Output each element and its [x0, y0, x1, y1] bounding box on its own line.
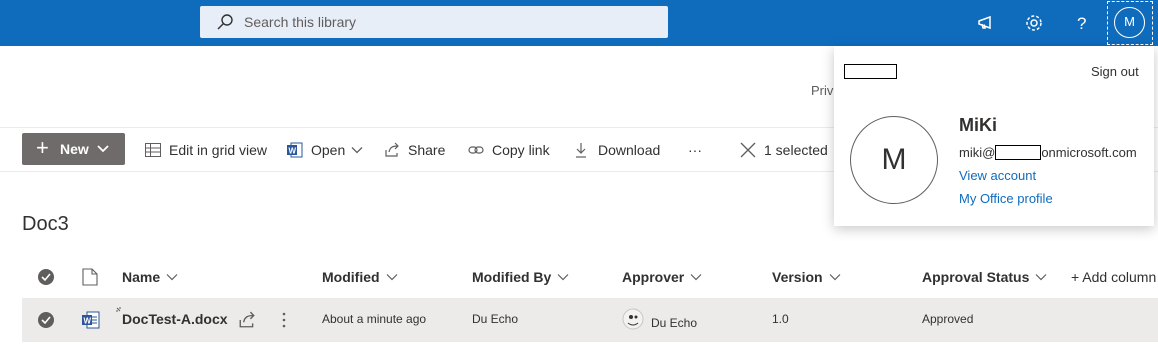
- privacy-text-partial: Priv: [811, 83, 834, 98]
- share-icon: [385, 142, 399, 157]
- add-column-button[interactable]: + Add column: [1071, 269, 1158, 285]
- chevron-down-icon: [166, 274, 178, 281]
- email-prefix: miki@: [959, 145, 996, 160]
- cell-modified: About a minute ago: [322, 312, 427, 326]
- megaphone-icon[interactable]: [975, 12, 997, 34]
- new-button[interactable]: + New: [22, 133, 125, 165]
- plus-icon: +: [36, 135, 49, 160]
- download-button[interactable]: Download: [574, 140, 660, 160]
- approver-avatar: [622, 308, 644, 330]
- select-all-checkbox[interactable]: [37, 268, 55, 286]
- share-icon[interactable]: [238, 311, 256, 329]
- account-manager-button[interactable]: M: [1106, 0, 1154, 46]
- word-icon: W: [287, 142, 303, 158]
- grid-icon: [145, 143, 161, 157]
- redacted-box: [844, 64, 897, 79]
- new-button-label: New: [60, 141, 89, 157]
- svg-text:?: ?: [1077, 14, 1086, 33]
- user-email: miki@ onmicrosoft.com: [959, 145, 1137, 160]
- cell-modified-by[interactable]: Du Echo: [472, 312, 518, 326]
- search-box[interactable]: Search this library: [200, 6, 668, 38]
- chevron-down-icon: [1035, 274, 1047, 281]
- more-vertical-icon[interactable]: [280, 311, 288, 329]
- column-version-label: Version: [772, 269, 823, 285]
- file-name-link[interactable]: DocTest-A.docx: [122, 311, 228, 327]
- edit-grid-label: Edit in grid view: [169, 142, 268, 158]
- selected-count: 1 selected: [764, 142, 828, 158]
- cell-approval-status: Approved: [922, 312, 974, 326]
- profile-avatar: M: [850, 116, 938, 204]
- more-icon: ···: [688, 142, 702, 158]
- column-header-approver[interactable]: Approver: [622, 269, 702, 285]
- help-icon[interactable]: ?: [1071, 12, 1093, 34]
- sign-out-link[interactable]: Sign out: [1091, 64, 1139, 79]
- cell-approver[interactable]: Du Echo: [651, 316, 697, 330]
- chevron-down-icon: [557, 274, 569, 281]
- word-file-icon: W: [82, 311, 100, 329]
- svg-text:W: W: [84, 316, 92, 325]
- office-profile-link[interactable]: My Office profile: [959, 191, 1053, 206]
- page-title: Doc3: [22, 213, 69, 235]
- clear-selection-button[interactable]: 1 selected: [740, 140, 828, 160]
- column-header-version[interactable]: Version: [772, 269, 841, 285]
- redacted-box: [995, 145, 1042, 160]
- cell-version: 1.0: [772, 312, 789, 326]
- open-button[interactable]: W Open: [287, 140, 371, 160]
- chevron-down-icon: [97, 145, 109, 153]
- account-manager-panel: Sign out M MiKi miki@ onmicrosoft.com Vi…: [834, 46, 1154, 226]
- search-icon: [217, 14, 233, 30]
- suite-header: Search this library ? M: [0, 0, 1158, 46]
- copy-link-label: Copy link: [492, 142, 550, 158]
- column-header-modified-by[interactable]: Modified By: [472, 269, 569, 285]
- chevron-down-icon: [351, 147, 363, 154]
- close-icon: [740, 142, 756, 158]
- download-icon: [576, 143, 586, 158]
- column-approval-status-label: Approval Status: [922, 269, 1030, 285]
- chevron-down-icon: [690, 274, 702, 281]
- column-name-label: Name: [122, 269, 161, 285]
- column-approver-label: Approver: [622, 269, 685, 285]
- add-column-label: + Add column: [1071, 269, 1157, 285]
- link-icon: [468, 146, 484, 154]
- copy-link-button[interactable]: Copy link: [468, 140, 550, 160]
- view-account-link[interactable]: View account: [959, 168, 1036, 183]
- share-button[interactable]: Share: [384, 140, 445, 160]
- chevron-down-icon: [829, 274, 841, 281]
- edit-grid-view-button[interactable]: Edit in grid view: [145, 140, 267, 160]
- email-suffix: onmicrosoft.com: [1041, 145, 1137, 160]
- open-label: Open: [311, 142, 346, 158]
- avatar: M: [1114, 7, 1145, 38]
- row-checkbox[interactable]: [37, 311, 55, 329]
- user-name: MiKi: [959, 115, 997, 135]
- share-label: Share: [408, 142, 446, 158]
- column-header-name[interactable]: Name: [122, 269, 178, 285]
- more-actions-button[interactable]: ···: [688, 140, 702, 160]
- gear-icon[interactable]: [1023, 12, 1045, 34]
- file-type-icon: [82, 268, 98, 286]
- search-placeholder: Search this library: [244, 14, 357, 30]
- download-label: Download: [598, 142, 661, 158]
- column-modified-by-label: Modified By: [472, 269, 552, 285]
- svg-text:W: W: [289, 147, 297, 156]
- column-header-modified[interactable]: Modified: [322, 269, 398, 285]
- column-header-approval-status[interactable]: Approval Status: [922, 269, 1047, 285]
- column-modified-label: Modified: [322, 269, 380, 285]
- chevron-down-icon: [386, 274, 397, 281]
